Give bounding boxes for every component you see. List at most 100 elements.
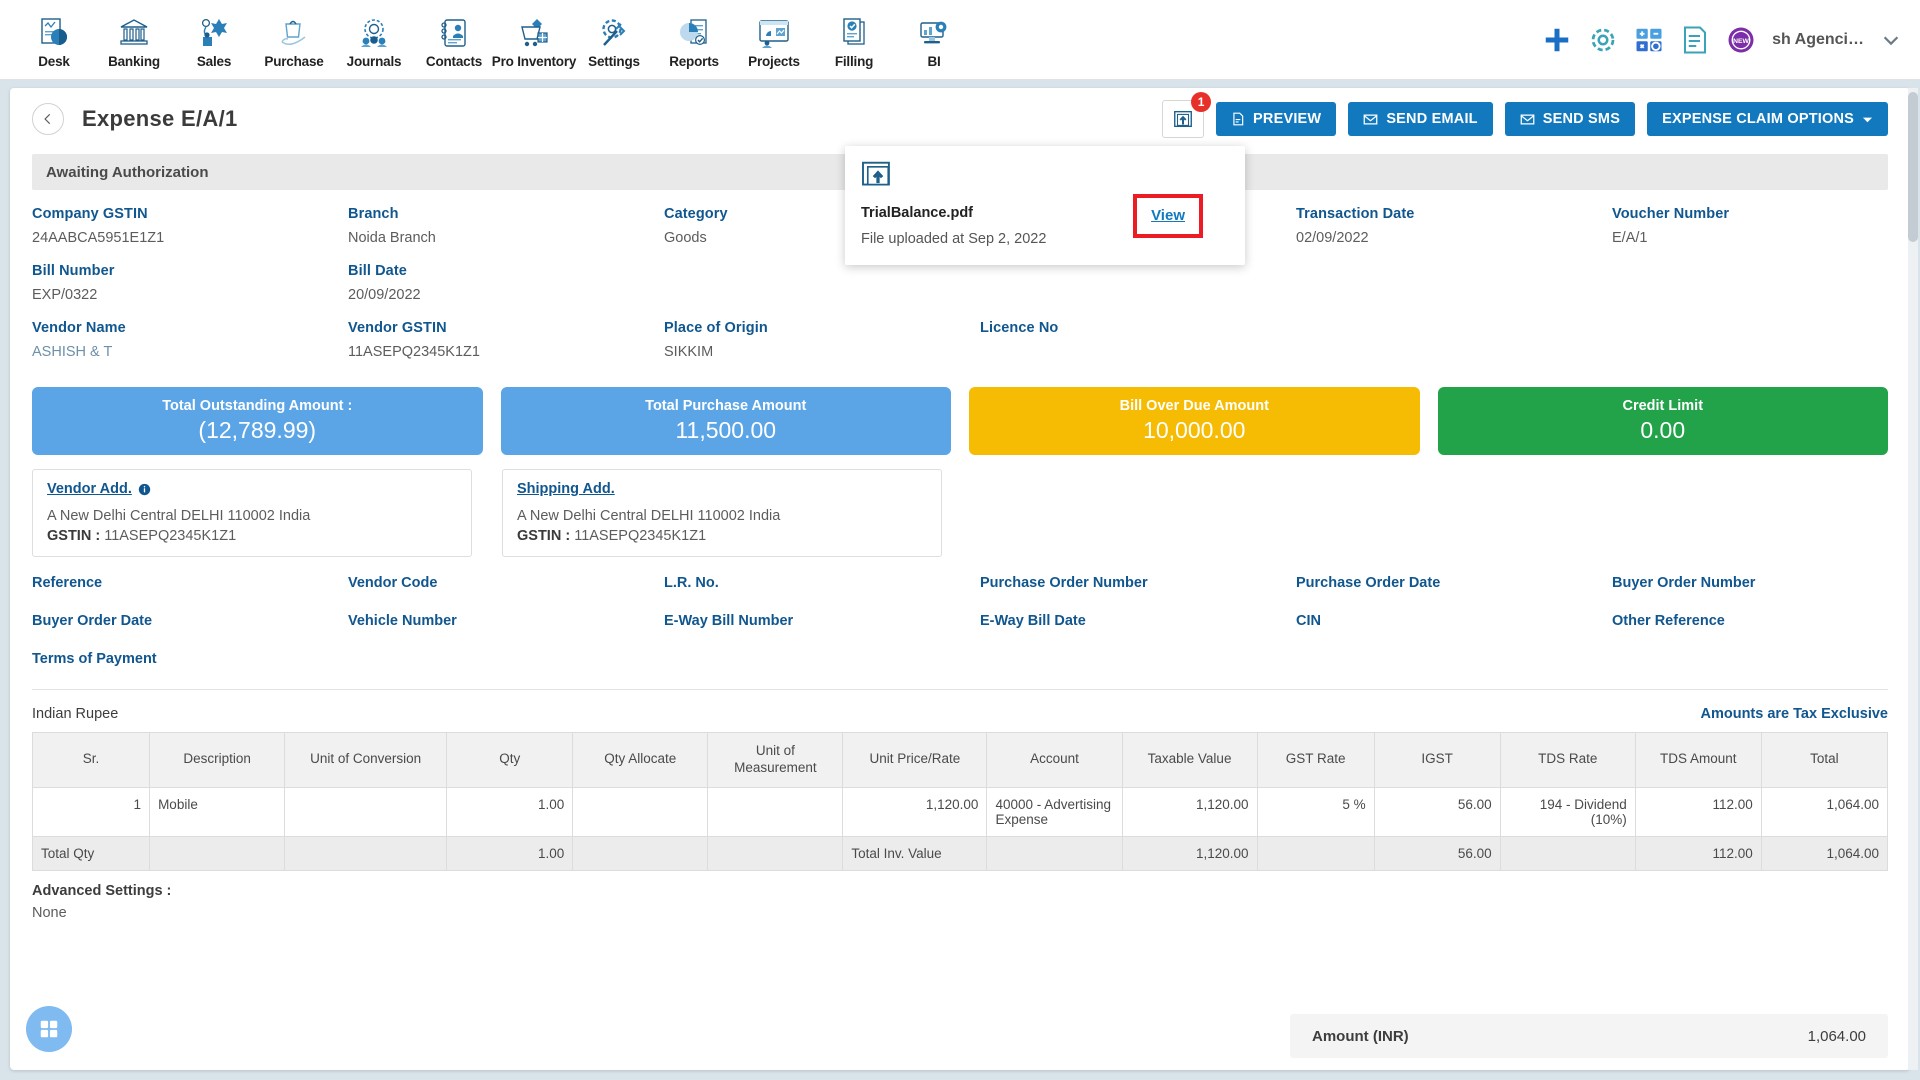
col-description: Description bbox=[149, 732, 286, 788]
col-gst-rate: GST Rate bbox=[1256, 732, 1375, 788]
company-name[interactable]: …ish Agenci… bbox=[1772, 31, 1864, 49]
field-branch: Branch Noida Branch bbox=[348, 206, 664, 247]
top-navigation-bar: Desk Banking Sales Purchase Journals Con… bbox=[0, 0, 1920, 80]
cell-total-qty: 1.00 bbox=[446, 835, 574, 871]
nav-item-desk[interactable]: Desk bbox=[14, 11, 94, 69]
col-qty: Qty bbox=[446, 732, 574, 788]
field-vendor-name: Vendor Name ASHISH & T bbox=[32, 320, 348, 361]
send-sms-button[interactable]: SEND SMS bbox=[1504, 102, 1636, 136]
field-place-of-origin: Place of Origin SIKKIM bbox=[664, 320, 980, 361]
vendor-address-link[interactable]: Vendor Add. bbox=[47, 481, 151, 497]
card-credit-limit: Credit Limit 0.00 bbox=[1437, 387, 1888, 455]
cell-empty bbox=[149, 835, 286, 871]
cell-taxable-value: 1,120.00 bbox=[1121, 786, 1258, 837]
gstin-value: 11ASEPQ2345K1Z1 bbox=[104, 528, 237, 544]
field-reference: Reference bbox=[32, 575, 103, 591]
field-spacer bbox=[1612, 263, 1910, 304]
back-button[interactable] bbox=[32, 103, 64, 135]
back-arrow-icon bbox=[44, 113, 51, 125]
cell-description: Mobile bbox=[149, 786, 286, 837]
card-bill-over-due-amount: Bill Over Due Amount 10,000.00 bbox=[969, 387, 1420, 455]
view-attachment-link[interactable]: View bbox=[1151, 207, 1185, 224]
field-row: Bill Number EXP/0322 Bill Date 20/09/202… bbox=[32, 263, 1888, 304]
header-actions: 1 PREVIEW SEND EMAIL SEND SMS EXPENSE CL… bbox=[1162, 92, 1888, 138]
nav-item-pro-inventory[interactable]: Pro Inventory bbox=[492, 11, 576, 69]
field-label: Transaction Date bbox=[1296, 206, 1415, 222]
attachments-button[interactable]: 1 bbox=[1162, 92, 1212, 138]
nav-item-settings[interactable]: Settings bbox=[574, 11, 654, 69]
nav-item-sales[interactable]: Sales bbox=[174, 11, 254, 69]
nav-label: Contacts bbox=[425, 53, 483, 69]
cell-unit-of-conversion bbox=[284, 786, 448, 837]
card-title: Bill Over Due Amount bbox=[1119, 398, 1269, 414]
add-plus-icon[interactable] bbox=[1542, 25, 1572, 55]
nav-label: Reports bbox=[669, 53, 719, 69]
col-tds-rate: TDS Rate bbox=[1499, 732, 1636, 788]
button-label: SEND SMS bbox=[1542, 111, 1621, 127]
expense-claim-options-button[interactable]: EXPENSE CLAIM OPTIONS bbox=[1647, 102, 1888, 136]
bi-monitor-icon bbox=[920, 21, 947, 43]
nav-item-contacts[interactable]: Contacts bbox=[414, 11, 494, 69]
field-spacer bbox=[664, 263, 980, 304]
info-circle-icon[interactable] bbox=[138, 483, 151, 496]
field-label: Vendor GSTIN bbox=[348, 320, 447, 336]
field-lr-no: L.R. No. bbox=[664, 575, 719, 591]
calculator-icon[interactable] bbox=[1634, 25, 1664, 55]
nav-label: Banking bbox=[108, 53, 160, 69]
gstin-label: GSTIN : bbox=[47, 528, 101, 544]
notes-clipboard-icon[interactable] bbox=[1680, 25, 1710, 55]
nav-item-filling[interactable]: Filling bbox=[814, 11, 894, 69]
col-taxable-value: Taxable Value bbox=[1121, 732, 1258, 788]
envelope-icon bbox=[1363, 114, 1378, 124]
card-value: 11,500.00 bbox=[675, 417, 777, 443]
top-nav-right-actions: NEW …ish Agenci… bbox=[1542, 0, 1902, 80]
address-boxes: Vendor Add. A New Delhi Central DELHI 11… bbox=[10, 455, 1910, 557]
cell-total-igst: 56.00 bbox=[1373, 835, 1501, 871]
shipping-address-link[interactable]: Shipping Add. bbox=[517, 481, 615, 497]
col-sr: Sr. bbox=[31, 732, 151, 788]
summary-cards: Total Outstanding Amount : (12,789.99) T… bbox=[10, 377, 1910, 455]
gstin-value: 11ASEPQ2345K1Z1 bbox=[574, 528, 707, 544]
page-scrollbar-thumb[interactable] bbox=[1908, 92, 1918, 242]
field-value: 20/09/2022 bbox=[348, 287, 421, 303]
nav-item-banking[interactable]: Banking bbox=[94, 11, 174, 69]
nav-item-projects[interactable]: Projects bbox=[734, 11, 814, 69]
address-title: Shipping Add. bbox=[517, 481, 615, 497]
nav-item-purchase[interactable]: Purchase bbox=[254, 11, 334, 69]
field-value: SIKKIM bbox=[664, 344, 714, 360]
field-value[interactable]: ASHISH & T bbox=[32, 344, 348, 361]
field-value: Noida Branch bbox=[348, 230, 436, 246]
contacts-book-icon bbox=[441, 18, 466, 47]
amount-value: 1,064.00 bbox=[1807, 1027, 1866, 1045]
top-nav-items: Desk Banking Sales Purchase Journals Con… bbox=[14, 11, 974, 69]
nav-item-reports[interactable]: Reports bbox=[654, 11, 734, 69]
field-transaction-date: Transaction Date 02/09/2022 bbox=[1296, 206, 1612, 247]
nav-item-journals[interactable]: Journals bbox=[334, 11, 414, 69]
new-badge-icon[interactable]: NEW bbox=[1726, 25, 1756, 55]
field-voucher-number: Voucher Number E/A/1 bbox=[1612, 206, 1910, 247]
field-value: 11ASEPQ2345K1Z1 bbox=[348, 344, 480, 360]
address-line: A New Delhi Central DELHI 110002 India bbox=[517, 508, 781, 524]
col-unit-of-measurement: Unit of Measurement bbox=[707, 732, 844, 788]
chevron-down-icon[interactable] bbox=[1880, 29, 1902, 51]
journals-icon bbox=[361, 18, 387, 47]
nav-label: Settings bbox=[588, 53, 640, 69]
send-email-button[interactable]: SEND EMAIL bbox=[1348, 102, 1493, 136]
reports-pie-icon bbox=[680, 18, 707, 45]
cell-empty bbox=[986, 835, 1123, 871]
preview-button[interactable]: PREVIEW bbox=[1216, 102, 1337, 136]
apps-grid-fab[interactable] bbox=[26, 1006, 72, 1052]
address-gstin: GSTIN : 11ASEPQ2345K1Z1 bbox=[517, 528, 927, 544]
nav-label: Journals bbox=[346, 53, 402, 69]
table-row: 1 Mobile 1.00 1,120.00 40000 - Advertisi… bbox=[31, 786, 1889, 837]
field-licence-no: Licence No bbox=[980, 320, 1296, 361]
grid-apps-icon bbox=[40, 1020, 58, 1038]
nav-item-bi[interactable]: BI bbox=[894, 11, 974, 69]
field-buyer-order-number: Buyer Order Number bbox=[1612, 575, 1756, 591]
currency-label: Indian Rupee bbox=[32, 706, 119, 722]
table-header-row: Indian Rupee Amounts are Tax Exclusive bbox=[10, 690, 1910, 732]
nav-label: Filling bbox=[834, 53, 874, 69]
svg-text:NEW: NEW bbox=[1733, 38, 1749, 45]
sales-icon bbox=[201, 18, 227, 46]
settings-gear-icon[interactable] bbox=[1588, 25, 1618, 55]
